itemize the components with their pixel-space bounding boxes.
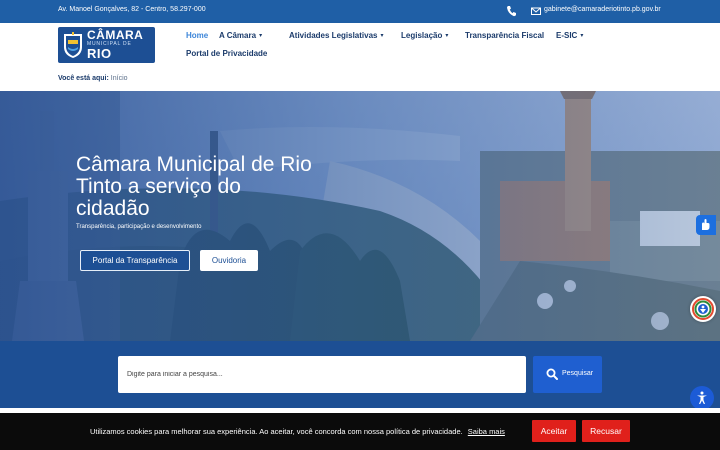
breadcrumb: Você está aqui: Início — [58, 75, 128, 82]
search-icon — [546, 368, 558, 380]
hero-banner: Câmara Municipal de Rio Tinto a serviço … — [0, 91, 720, 341]
address-text: Av. Manoel Gonçalves, 82 - Centro, 58.29… — [58, 6, 206, 13]
nav-transparencia-label: Transparência Fiscal — [465, 31, 545, 40]
vlibras-widget[interactable] — [696, 215, 716, 235]
assistant-icon — [692, 298, 714, 320]
mail-icon[interactable] — [531, 6, 541, 16]
chevron-down-icon: ▾ — [580, 33, 584, 39]
hero-subtitle: Transparência, participação e desenvolvi… — [76, 224, 202, 230]
breadcrumb-home-link[interactable]: Início — [111, 75, 128, 82]
breadcrumb-bar: Você está aqui: Início — [0, 68, 720, 91]
nav-a-camara-label: A Câmara — [219, 31, 257, 40]
accessibility-assistant-widget[interactable] — [690, 296, 716, 322]
site-logo[interactable]: CÂMARA MUNICIPAL DE RIO TINTO — [58, 27, 155, 63]
chevron-down-icon: ▾ — [259, 33, 263, 39]
sign-language-icon — [702, 219, 710, 230]
nav-portal-privacidade-label: Portal de Privacidade — [186, 49, 268, 58]
nav-legislacao-label: Legislação — [401, 31, 443, 40]
phone-icon[interactable] — [506, 5, 516, 17]
reject-cookies-button[interactable]: Recusar — [582, 420, 630, 442]
nav-portal-privacidade[interactable]: Portal de Privacidade — [186, 49, 267, 58]
nav-transparencia-fiscal[interactable]: Transparência Fiscal — [465, 31, 544, 40]
breadcrumb-prefix: Você está aqui: — [58, 75, 109, 82]
portal-transparencia-button[interactable]: Portal da Transparência — [80, 250, 190, 271]
top-bar: Av. Manoel Gonçalves, 82 - Centro, 58.29… — [0, 0, 720, 23]
nav-atividades-legislativas[interactable]: Atividades Legislativas ▾ — [289, 31, 384, 40]
nav-legislacao[interactable]: Legislação ▾ — [401, 31, 448, 40]
email-link[interactable]: gabinete@camaraderiotinto.pb.gov.br — [544, 6, 661, 13]
chevron-down-icon: ▾ — [380, 33, 384, 39]
nav-home[interactable]: Home — [186, 31, 208, 40]
logo-line-3: RIO TINTO — [87, 46, 128, 64]
nav-atividades-label: Atividades Legislativas — [289, 31, 378, 40]
nav-a-camara[interactable]: A Câmara ▾ — [219, 31, 262, 40]
accessibility-icon — [697, 391, 707, 404]
site-header: CÂMARA MUNICIPAL DE RIO TINTO Home A Câm… — [0, 23, 720, 68]
search-section: Pesquisar — [0, 341, 720, 408]
cookie-message: Utilizamos cookies para melhorar sua exp… — [90, 427, 505, 436]
search-button-label: Pesquisar — [562, 370, 594, 377]
cookie-banner: Utilizamos cookies para melhorar sua exp… — [0, 413, 720, 450]
search-input[interactable] — [118, 356, 526, 393]
ouvidoria-button[interactable]: Ouvidoria — [200, 250, 258, 271]
nav-home-label: Home — [186, 31, 209, 40]
accept-cookies-button[interactable]: Aceitar — [532, 420, 576, 442]
nav-e-sic-label: E-SIC — [556, 31, 578, 40]
crest-icon — [64, 32, 82, 58]
hero-title: Câmara Municipal de Rio Tinto a serviço … — [76, 153, 312, 220]
logo-line-1: CÂMARA — [87, 28, 144, 42]
accessibility-button[interactable] — [690, 386, 714, 410]
nav-e-sic[interactable]: E-SIC ▾ — [556, 31, 583, 40]
cookie-message-text: Utilizamos cookies para melhorar sua exp… — [90, 427, 463, 436]
chevron-down-icon: ▾ — [445, 33, 449, 39]
cookie-more-link[interactable]: Saiba mais — [468, 427, 505, 436]
search-button[interactable]: Pesquisar — [533, 356, 602, 393]
